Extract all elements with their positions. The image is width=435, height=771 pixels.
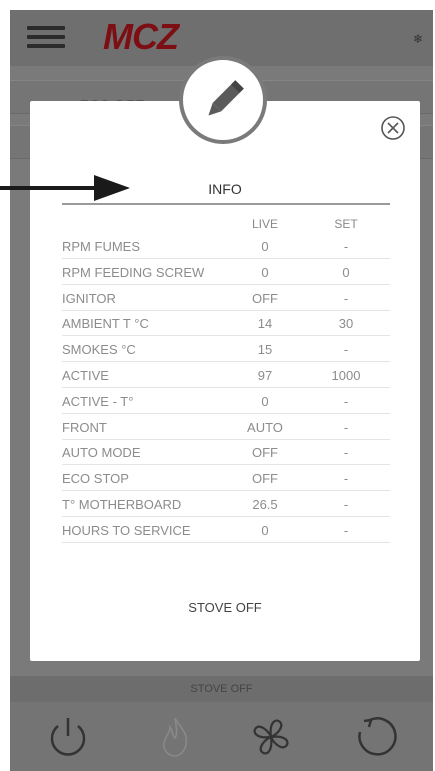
row-live: 0 [261, 393, 269, 409]
power-icon[interactable] [43, 712, 93, 762]
row-live: 15 [257, 342, 273, 358]
row-set: - [343, 290, 349, 306]
pencil-icon[interactable] [179, 56, 267, 144]
fan-icon[interactable] [246, 712, 296, 762]
row-label: AUTO MODE [62, 445, 141, 461]
close-icon[interactable] [378, 113, 408, 143]
table-row: RPM FUMES 0 - [62, 232, 390, 259]
refresh-icon[interactable] [350, 712, 400, 762]
row-label: AMBIENT T °C [62, 316, 149, 332]
table-row: ACTIVE - T° 0 - [62, 387, 390, 414]
flame-icon[interactable] [150, 712, 200, 762]
row-set: - [343, 342, 349, 358]
row-label: RPM FUMES [62, 239, 140, 254]
row-set: 1000 [331, 368, 361, 383]
background-status-text: STOVE OFF [10, 676, 433, 702]
row-live: 26.5 [252, 497, 278, 512]
row-set: - [343, 393, 349, 409]
row-set: 30 [338, 316, 354, 332]
table-row: ACTIVE 97 1000 [62, 361, 390, 388]
hamburger-menu-icon[interactable] [27, 26, 65, 48]
table-row: IGNITOR OFF - [62, 284, 390, 311]
row-label: IGNITOR [62, 290, 116, 306]
row-label: ECO STOP [62, 471, 129, 487]
row-label: ACTIVE - T° [62, 393, 134, 409]
table-row: RPM FEEDING SCREW 0 0 [62, 258, 390, 285]
row-label: T° MOTHERBOARD [62, 497, 182, 512]
row-live: 14 [257, 316, 273, 332]
row-label: RPM FEEDING SCREW [62, 264, 205, 280]
table-row: AUTO MODE OFF - [62, 438, 390, 466]
row-set: - [343, 419, 349, 435]
row-set: - [343, 497, 349, 512]
row-set: 0 [342, 264, 350, 280]
table-row: SMOKES °C 15 - [62, 335, 390, 363]
table-row: T° MOTHERBOARD 26.5 - [62, 490, 390, 517]
row-label: ACTIVE [62, 368, 109, 383]
row-set: - [343, 471, 349, 487]
snowflake-icon: ❄ [412, 32, 423, 46]
row-set: - [343, 239, 349, 254]
table-row: AMBIENT T °C 14 30 [62, 309, 390, 337]
row-live: 0 [261, 264, 269, 280]
row-set: - [343, 445, 349, 461]
row-live: OFF [252, 290, 278, 306]
row-label: FRONT [62, 419, 107, 435]
row-label: HOURS TO SERVICE [62, 522, 191, 538]
row-label: SMOKES °C [62, 342, 136, 358]
table-row: HOURS TO SERVICE 0 - [62, 516, 390, 543]
arrow-right-icon [0, 171, 130, 205]
column-header-live: LIVE [251, 217, 278, 231]
brand-logo: MCZ [103, 16, 179, 57]
row-live: 0 [261, 239, 269, 254]
row-live: 0 [261, 522, 269, 538]
row-live: 97 [257, 368, 273, 383]
bottom-bar [10, 702, 433, 771]
table-row: ECO STOP OFF - [62, 464, 390, 492]
row-set: - [343, 522, 349, 538]
row-live: OFF [252, 445, 278, 461]
stove-status: STOVE OFF [188, 600, 262, 615]
row-live: AUTO [247, 419, 283, 435]
column-header-set: SET [334, 217, 358, 231]
row-live: OFF [252, 471, 278, 487]
table-row: FRONT AUTO - [62, 413, 390, 440]
